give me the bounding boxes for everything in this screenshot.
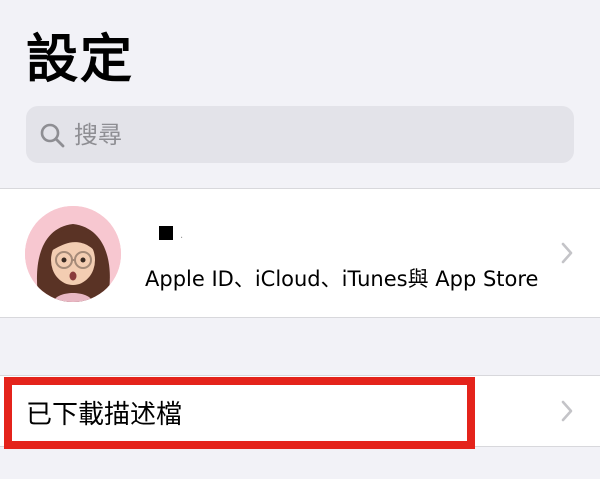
chevron-right-icon [560,242,574,264]
search-icon [38,121,66,149]
avatar [25,206,121,302]
apple-id-row[interactable]: . Apple ID、iCloud、iTunes與 App Store [0,188,600,318]
memoji-avatar-icon [25,206,121,302]
search-bar[interactable] [26,106,574,163]
downloaded-profiles-label: 已下載描述檔 [26,400,183,430]
apple-id-subtitle: Apple ID、iCloud、iTunes與 App Store [145,267,539,291]
name-dot: . [180,230,184,241]
name-redaction [159,226,173,240]
page-title: 設定 [26,30,135,90]
downloaded-profiles-row[interactable]: 已下載描述檔 [0,375,600,447]
search-input[interactable] [72,119,556,150]
chevron-right-icon [560,400,574,422]
